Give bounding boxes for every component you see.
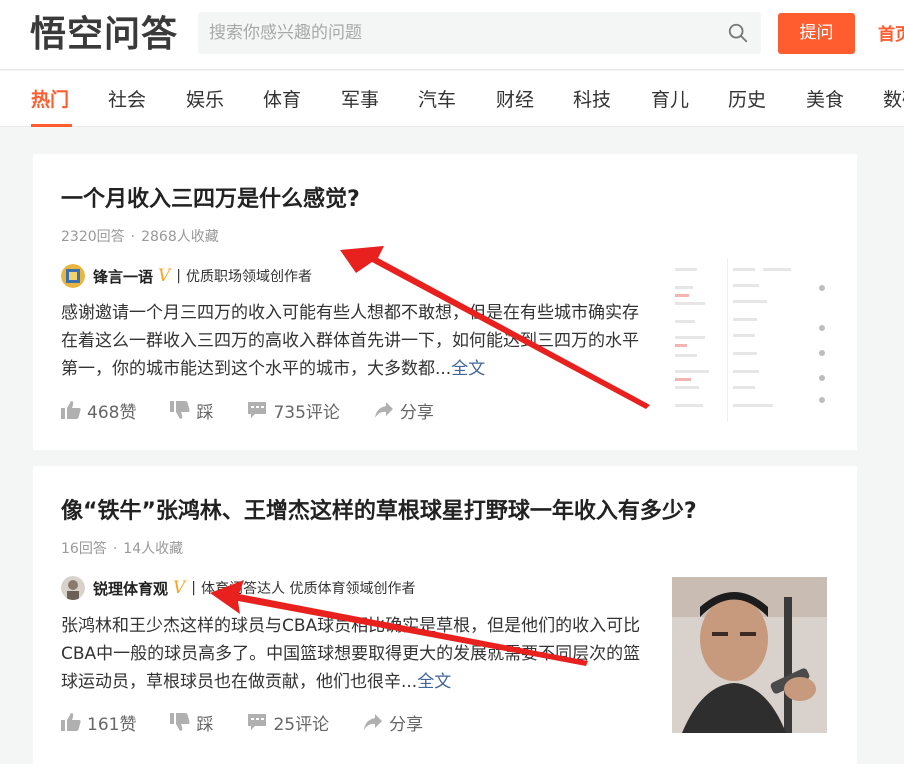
tab-hot[interactable]: 热门 [31, 85, 69, 112]
answer-count: 16回答 [61, 541, 107, 557]
question-card: 一个月收入三四万是什么感觉? 2320回答 · 2868人收藏 锋言一语 V | 优… [33, 154, 857, 450]
question-card: 像“铁牛”张鸿林、王增杰这样的草根球星打野球一年收入有多少? 16回答 · 14人收… [33, 466, 857, 764]
like-count: 161赞 [87, 714, 137, 735]
search-icon[interactable] [727, 22, 749, 44]
share-button[interactable]: 分享 [363, 710, 423, 735]
verified-v-icon: V [158, 266, 171, 286]
excerpt-text: 感谢邀请一个月三四万的收入可能有些人想都不敢想，但是在有些城市确实存在着这么一群… [61, 303, 639, 379]
share-label: 分享 [389, 714, 424, 735]
action-bar: 161赞 踩 25评论 分享 [61, 710, 457, 735]
share-button[interactable]: 分享 [374, 398, 434, 423]
active-tab-indicator [31, 124, 72, 127]
tab-history[interactable]: 历史 [728, 85, 766, 112]
answer-count: 2320回答 [61, 229, 125, 245]
action-bar: 468赞 踩 735评论 分享 [61, 398, 468, 423]
tab-society[interactable]: 社会 [108, 85, 146, 112]
thumbs-down-icon [170, 713, 191, 731]
comment-icon [248, 714, 267, 730]
tab-tech[interactable]: 科技 [573, 85, 611, 112]
comment-icon [248, 402, 267, 418]
tab-sports[interactable]: 体育 [263, 85, 301, 112]
category-nav: 热门 社会 娱乐 体育 军事 汽车 财经 科技 育儿 历史 美食 数码 [0, 71, 904, 127]
comment-count: 735评论 [273, 402, 340, 423]
answer-excerpt[interactable]: 张鸿林和王少杰这样的球员与CBA球员相比确实是草根，但是他们的收入可比CBA中一… [61, 612, 645, 696]
tab-food[interactable]: 美食 [806, 85, 844, 112]
full-text-link[interactable]: 全文 [451, 359, 485, 379]
dislike-button[interactable]: 踩 [170, 710, 213, 735]
like-button[interactable]: 468赞 [61, 398, 136, 423]
like-button[interactable]: 161赞 [61, 710, 136, 735]
question-title[interactable]: 一个月收入三四万是什么感觉? [61, 181, 360, 213]
favorite-count: 2868人收藏 [141, 229, 219, 245]
thumbs-up-icon [61, 401, 81, 419]
author-description: 体育问答达人 优质体育领域创作者 [201, 581, 416, 597]
tab-auto[interactable]: 汽车 [418, 85, 456, 112]
comment-button[interactable]: 25评论 [247, 710, 329, 735]
dislike-button[interactable]: 踩 [170, 398, 213, 423]
comment-count: 25评论 [273, 714, 330, 735]
divider: | [176, 268, 182, 284]
answer-thumbnail[interactable] [672, 577, 827, 733]
search-input[interactable] [198, 12, 718, 54]
full-text-link[interactable]: 全文 [417, 672, 451, 692]
share-label: 分享 [399, 402, 434, 423]
author-name[interactable]: 锐理体育观 [93, 578, 168, 599]
question-meta: 2320回答 · 2868人收藏 [61, 229, 219, 245]
thumbs-up-icon [61, 713, 81, 731]
question-title[interactable]: 像“铁牛”张鸿林、王增杰这样的草根球星打野球一年收入有多少? [61, 493, 697, 525]
favorite-count: 14人收藏 [123, 541, 184, 557]
home-link[interactable]: 首页 [878, 20, 904, 45]
author-name[interactable]: 锋言一语 [93, 266, 153, 287]
dislike-label: 踩 [196, 402, 214, 423]
share-icon [374, 402, 393, 418]
divider: | [191, 580, 197, 596]
author-description: 优质职场领域创作者 [186, 269, 313, 285]
avatar[interactable] [61, 576, 85, 600]
tab-military[interactable]: 军事 [341, 85, 379, 112]
tab-finance[interactable]: 财经 [496, 85, 534, 112]
answer-thumbnail[interactable] [671, 258, 829, 422]
ask-question-button[interactable]: 提问 [778, 13, 855, 54]
thumbs-down-icon [170, 401, 191, 419]
dislike-label: 踩 [196, 714, 214, 735]
answer-excerpt[interactable]: 感谢邀请一个月三四万的收入可能有些人想都不敢想，但是在有些城市确实存在着这么一群… [61, 299, 645, 383]
avatar[interactable] [61, 264, 85, 288]
tab-digital[interactable]: 数码 [883, 85, 904, 112]
excerpt-text: 张鸿林和王少杰这样的球员与CBA球员相比确实是草根，但是他们的收入可比CBA中一… [61, 616, 641, 692]
like-count: 468赞 [87, 402, 137, 423]
question-meta: 16回答 · 14人收藏 [61, 541, 184, 557]
share-icon [364, 714, 383, 730]
site-logo[interactable]: 悟空问答 [30, 12, 178, 58]
comment-button[interactable]: 735评论 [247, 398, 340, 423]
search-box[interactable] [198, 12, 761, 54]
author-info: 锐理体育观 V | 体育问答达人 优质体育领域创作者 [61, 575, 415, 601]
tab-parenting[interactable]: 育儿 [651, 85, 689, 112]
verified-v-icon: V [173, 578, 186, 598]
author-info: 锋言一语 V | 优质职场领域创作者 [61, 263, 312, 289]
top-bar: 悟空问答 提问 首页 [0, 0, 904, 70]
tab-entertainment[interactable]: 娱乐 [186, 85, 224, 112]
